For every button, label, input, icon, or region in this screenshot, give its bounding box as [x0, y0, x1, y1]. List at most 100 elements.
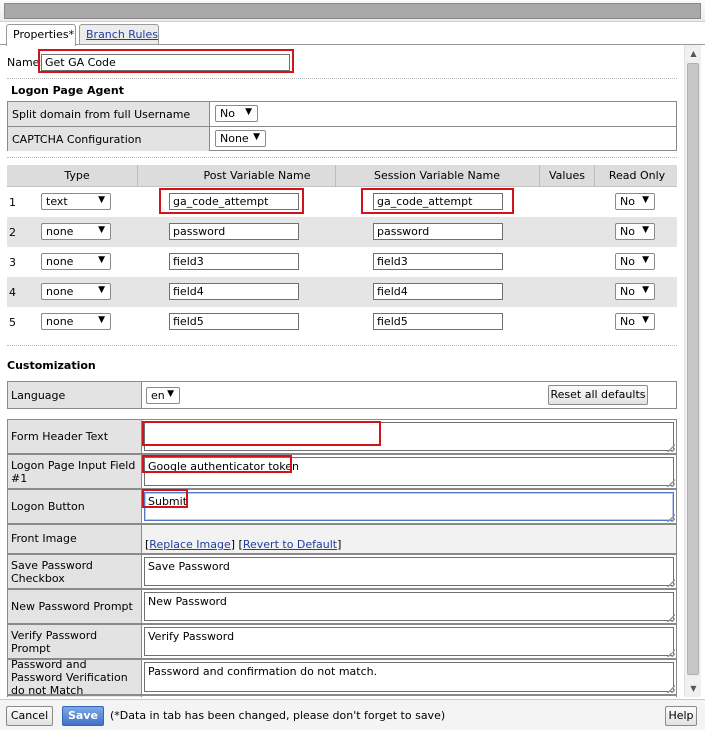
reset-defaults-button[interactable]: Reset all defaults	[548, 385, 648, 405]
row-number: 4	[9, 286, 16, 299]
resize-grip-icon[interactable]	[667, 444, 675, 452]
tab-branch-rules-label: Branch Rules	[86, 28, 158, 41]
split-domain-value: No	[220, 107, 235, 120]
type-value: none	[46, 255, 74, 268]
save-button[interactable]: Save	[62, 706, 104, 726]
post-variable-input[interactable]: ga_code_attempt	[169, 193, 299, 210]
chevron-down-icon: ▼	[642, 315, 649, 325]
read-only-select[interactable]: No ▼	[615, 283, 655, 300]
header-session-variable: Session Variable Name	[374, 169, 500, 182]
post-variable-input[interactable]: password	[169, 223, 299, 240]
split-domain-row: Split domain from full Username No ▼	[8, 102, 676, 127]
front-image-row: Front Image [Replace Image] [Revert to D…	[7, 524, 677, 554]
captcha-row: CAPTCHA Configuration None ▼	[8, 127, 676, 151]
scroll-down-icon[interactable]: ▼	[685, 680, 702, 697]
row-number: 2	[9, 226, 16, 239]
save-password-textarea[interactable]: Save Password	[144, 557, 674, 586]
read-only-select[interactable]: No ▼	[615, 313, 655, 330]
type-select[interactable]: none ▼	[41, 283, 111, 300]
split-domain-label-text: Split domain from full Username	[12, 107, 191, 121]
chevron-down-icon: ▼	[98, 225, 105, 235]
row-number: 3	[9, 256, 16, 269]
save-password-label: Save Password Checkbox	[8, 555, 142, 588]
column-separator	[594, 165, 595, 187]
type-select[interactable]: none ▼	[41, 223, 111, 240]
help-button[interactable]: Help	[665, 706, 697, 726]
mismatch-label: Password and Password Verification do no…	[8, 657, 142, 697]
read-only-select[interactable]: No ▼	[615, 223, 655, 240]
post-variable-input[interactable]: field5	[169, 313, 299, 330]
header-post-variable: Post Variable Name	[203, 169, 311, 182]
name-input[interactable]: Get GA Code	[41, 54, 290, 71]
scroll-up-icon[interactable]: ▲	[685, 45, 702, 62]
chevron-down-icon: ▼	[253, 132, 260, 142]
logon-button-textarea[interactable]: Submit	[144, 492, 674, 521]
divider	[7, 345, 677, 346]
captcha-label: CAPTCHA Configuration	[8, 127, 210, 151]
properties-panel: Name: Get GA Code Logon Page Agent Split…	[0, 45, 684, 697]
chevron-down-icon: ▼	[245, 107, 252, 117]
row-number: 1	[9, 196, 16, 209]
form-header-label-text: Form Header Text	[11, 430, 109, 443]
divider	[7, 157, 677, 158]
mismatch-textarea[interactable]: Password and confirmation do not match.	[144, 662, 674, 692]
form-header-textarea[interactable]	[144, 422, 674, 451]
table-row: 5 none ▼ field5 field5 No ▼	[7, 307, 677, 337]
read-only-value: No	[620, 225, 635, 238]
split-domain-select[interactable]: No ▼	[215, 105, 258, 122]
chevron-down-icon: ▼	[167, 389, 174, 399]
vertical-scrollbar[interactable]: ▲ ▼	[684, 45, 701, 697]
tab-properties[interactable]: Properties*	[6, 24, 76, 46]
header-values: Values	[549, 169, 585, 182]
read-only-value: No	[620, 255, 635, 268]
chevron-down-icon: ▼	[98, 315, 105, 325]
chevron-down-icon: ▼	[642, 225, 649, 235]
verify-password-label-text: Verify Password Prompt	[11, 628, 98, 655]
resize-grip-icon[interactable]	[667, 579, 675, 587]
type-value: none	[46, 285, 74, 298]
mismatch-label-text: Password and Password Verification do no…	[11, 657, 128, 697]
new-password-textarea[interactable]: New Password	[144, 592, 674, 621]
new-password-label-text: New Password Prompt	[11, 600, 133, 613]
replace-image-link[interactable]: Replace Image	[149, 538, 230, 551]
revert-default-link[interactable]: Revert to Default	[243, 538, 337, 551]
input-field-textarea[interactable]: Google authenticator token	[144, 457, 674, 486]
chevron-down-icon: ▼	[98, 255, 105, 265]
cancel-button[interactable]: Cancel	[6, 706, 53, 726]
language-row: Language en ▼ Reset all defaults	[7, 381, 677, 409]
resize-grip-icon[interactable]	[667, 614, 675, 622]
read-only-select[interactable]: No ▼	[615, 253, 655, 270]
customization-title: Customization	[7, 359, 96, 372]
type-select[interactable]: none ▼	[41, 313, 111, 330]
verify-password-label: Verify Password Prompt	[8, 625, 142, 658]
resize-grip-icon[interactable]	[667, 479, 675, 487]
resize-grip-icon[interactable]	[667, 649, 675, 657]
post-variable-input[interactable]: field3	[169, 253, 299, 270]
type-select[interactable]: text ▼	[41, 193, 111, 210]
session-variable-input[interactable]: field5	[373, 313, 503, 330]
logon-page-agent-grid: Split domain from full Username No ▼ CAPT…	[7, 101, 677, 151]
resize-grip-icon[interactable]	[667, 514, 675, 522]
column-separator	[335, 165, 336, 187]
verify-password-textarea[interactable]: Verify Password	[144, 627, 674, 656]
type-select[interactable]: none ▼	[41, 253, 111, 270]
chevron-down-icon: ▼	[98, 285, 105, 295]
session-variable-input[interactable]: field3	[373, 253, 503, 270]
language-select[interactable]: en ▼	[146, 387, 180, 404]
resize-grip-icon[interactable]	[667, 685, 675, 693]
input-field-label-text: Logon Page Input Field #1	[11, 458, 136, 485]
captcha-select[interactable]: None ▼	[215, 130, 266, 147]
form-header-label: Form Header Text	[8, 420, 142, 453]
session-variable-input[interactable]: password	[373, 223, 503, 240]
session-variable-input[interactable]: ga_code_attempt	[373, 193, 503, 210]
read-only-select[interactable]: No ▼	[615, 193, 655, 210]
read-only-value: No	[620, 315, 635, 328]
window-title-bar	[0, 0, 705, 22]
post-variable-input[interactable]: field4	[169, 283, 299, 300]
language-value: en	[151, 389, 165, 402]
form-header-row: Form Header Text	[7, 419, 677, 454]
column-separator	[137, 165, 138, 187]
tab-branch-rules[interactable]: Branch Rules	[79, 24, 159, 45]
session-variable-input[interactable]: field4	[373, 283, 503, 300]
scrollbar-thumb[interactable]	[687, 63, 699, 675]
